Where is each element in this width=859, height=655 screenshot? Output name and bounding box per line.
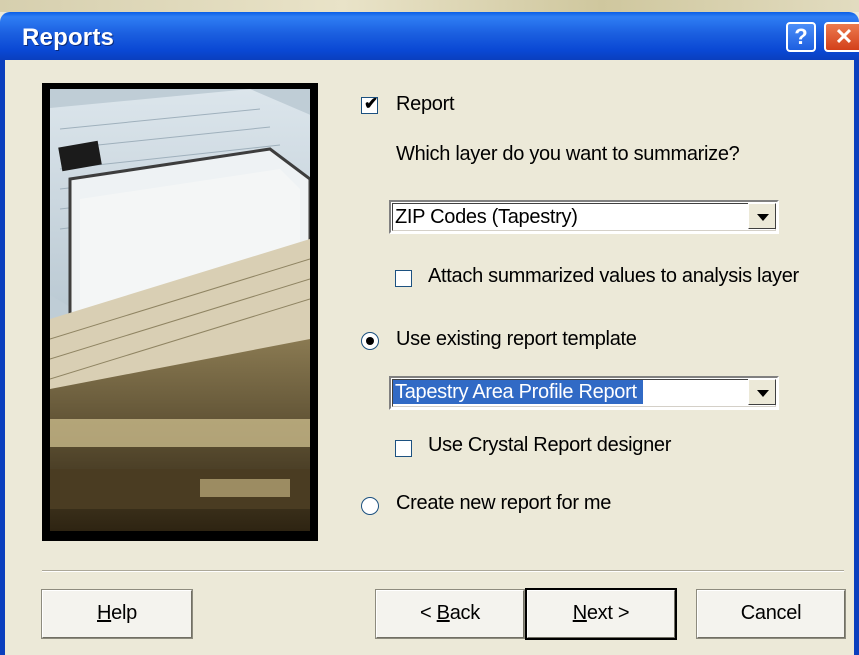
dropdown-arrow-icon[interactable] xyxy=(748,203,776,229)
attach-values-checkbox[interactable] xyxy=(395,270,412,287)
next-button[interactable]: Next > xyxy=(525,588,677,640)
close-icon[interactable]: ✕ xyxy=(824,22,859,52)
title-bar[interactable]: Reports ? ✕ xyxy=(0,12,859,60)
separator xyxy=(42,570,844,572)
window-title: Reports xyxy=(22,24,115,51)
report-checkbox[interactable]: ✔ xyxy=(361,94,379,114)
attach-values-label: Attach summarized values to analysis lay… xyxy=(428,265,799,287)
checkmark-icon: ✔ xyxy=(364,94,379,113)
window-frame-left xyxy=(0,60,5,655)
wizard-picture xyxy=(42,83,318,541)
report-checkbox-label: Report xyxy=(396,93,455,115)
crystal-designer-label: Use Crystal Report designer xyxy=(428,434,672,456)
cancel-button[interactable]: Cancel xyxy=(696,589,846,639)
back-button[interactable]: < Back xyxy=(375,589,525,639)
existing-template-label: Use existing report template xyxy=(396,328,637,350)
layer-dropdown[interactable]: ZIP Codes (Tapestry) xyxy=(389,200,779,234)
new-report-radio[interactable] xyxy=(361,497,379,515)
papers-illustration xyxy=(50,89,310,531)
radio-selected-dot xyxy=(366,337,374,345)
help-button[interactable]: Help xyxy=(41,589,193,639)
help-icon[interactable]: ? xyxy=(786,22,816,52)
template-dropdown[interactable]: Tapestry Area Profile Report xyxy=(389,376,779,410)
existing-template-radio[interactable] xyxy=(361,332,379,350)
template-dropdown-value: Tapestry Area Profile Report xyxy=(393,380,643,404)
layer-question-label: Which layer do you want to summarize? xyxy=(396,143,740,165)
background-strip xyxy=(0,0,859,12)
crystal-designer-checkbox[interactable] xyxy=(395,440,412,457)
window-frame-right xyxy=(854,60,859,655)
new-report-label: Create new report for me xyxy=(396,492,612,514)
layer-dropdown-value: ZIP Codes (Tapestry) xyxy=(395,206,578,228)
dropdown-arrow-icon[interactable] xyxy=(748,379,776,405)
